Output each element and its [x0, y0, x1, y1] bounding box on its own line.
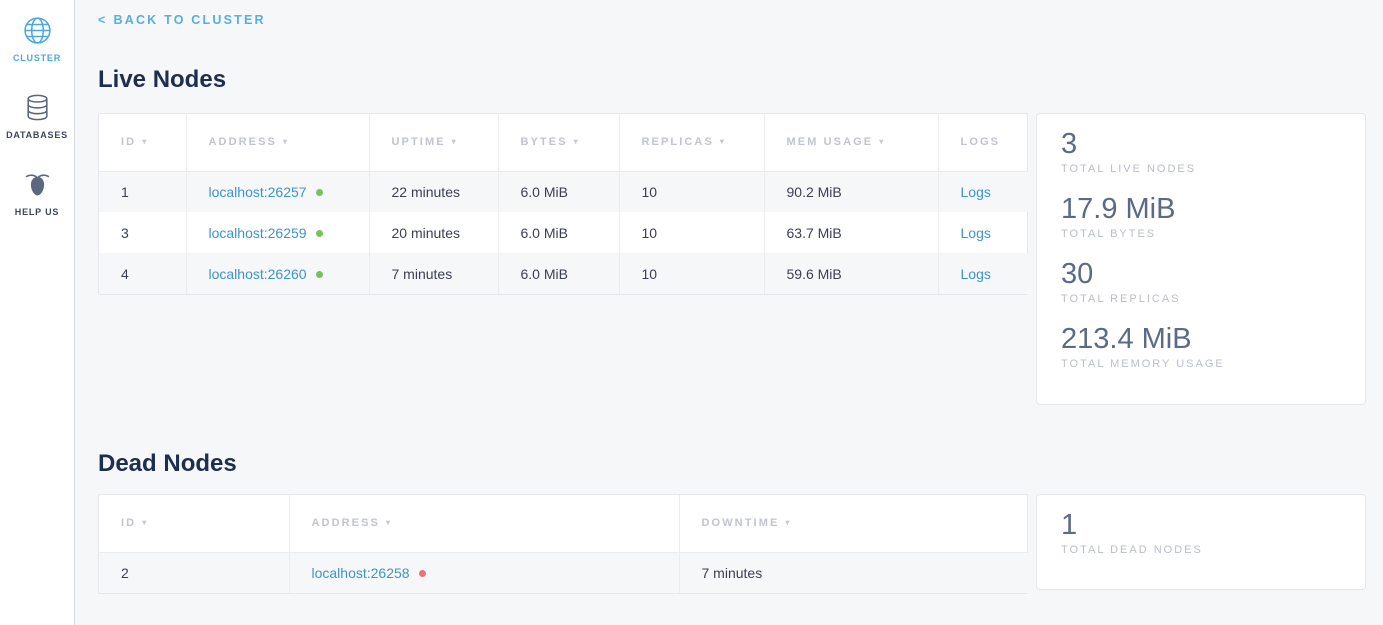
column-header-address[interactable]: ADDRESS▾ — [186, 114, 369, 171]
dead-nodes-section: ID▾ ADDRESS▾ DOWNTIME▾ 2 localhost:26258… — [98, 494, 1366, 594]
live-status-dot — [316, 271, 323, 278]
node-id-cell: 4 — [99, 253, 186, 294]
node-address-link[interactable]: localhost:26259 — [209, 225, 307, 241]
column-header-bytes[interactable]: BYTES▾ — [498, 114, 619, 171]
sort-arrow-icon: ▾ — [785, 518, 791, 527]
column-header-logs: LOGS — [938, 114, 1029, 171]
bytes-cell: 6.0 MiB — [498, 171, 619, 212]
node-address-cell: localhost:26260 — [186, 253, 369, 294]
node-address-cell: localhost:26257 — [186, 171, 369, 212]
live-status-dot — [316, 189, 323, 196]
column-header-downtime[interactable]: DOWNTIME▾ — [679, 495, 1029, 552]
replicas-cell: 10 — [619, 253, 764, 294]
sidebar-item-label: CLUSTER — [13, 53, 61, 63]
sidebar-item-databases[interactable]: DATABASES — [0, 92, 74, 140]
uptime-cell: 7 minutes — [369, 253, 498, 294]
bytes-cell: 6.0 MiB — [498, 253, 619, 294]
table-row: 1 localhost:26257 22 minutes 6.0 MiB 10 … — [99, 171, 1029, 212]
stat-label: TOTAL BYTES — [1061, 228, 1341, 240]
back-arrow-icon: < — [98, 13, 108, 27]
back-link-label: BACK TO CLUSTER — [114, 13, 266, 27]
stat-label: TOTAL DEAD NODES — [1061, 544, 1341, 556]
dead-status-dot — [419, 570, 426, 577]
replicas-cell: 10 — [619, 212, 764, 253]
logs-cell: Logs — [938, 171, 1029, 212]
live-nodes-section: ID▾ ADDRESS▾ UPTIME▾ BYTES▾ REPLICAS▾ ME… — [98, 113, 1366, 405]
live-nodes-summary: 3 TOTAL LIVE NODES 17.9 MiB TOTAL BYTES … — [1036, 113, 1366, 405]
summary-stat: 17.9 MiB TOTAL BYTES — [1061, 192, 1341, 240]
column-header-mem-usage[interactable]: MEM USAGE▾ — [764, 114, 938, 171]
downtime-cell: 7 minutes — [679, 552, 1029, 593]
node-address-cell: localhost:26259 — [186, 212, 369, 253]
column-header-address[interactable]: ADDRESS▾ — [289, 495, 679, 552]
column-header-id[interactable]: ID▾ — [99, 495, 289, 552]
table-row: 3 localhost:26259 20 minutes 6.0 MiB 10 … — [99, 212, 1029, 253]
dead-nodes-table: ID▾ ADDRESS▾ DOWNTIME▾ 2 localhost:26258… — [98, 494, 1028, 594]
summary-stat: 3 TOTAL LIVE NODES — [1061, 127, 1341, 175]
live-status-dot — [316, 230, 323, 237]
logs-cell: Logs — [938, 212, 1029, 253]
node-id-cell: 1 — [99, 171, 186, 212]
table-header-row: ID▾ ADDRESS▾ DOWNTIME▾ — [99, 495, 1029, 552]
stat-value: 30 — [1061, 257, 1341, 291]
bug-icon — [22, 169, 53, 200]
sidebar: CLUSTER DATABASES HELP US — [0, 0, 75, 625]
mem-usage-cell: 90.2 MiB — [764, 171, 938, 212]
node-id-cell: 2 — [99, 552, 289, 593]
node-address-cell: localhost:26258 — [289, 552, 679, 593]
sidebar-item-label: DATABASES — [6, 130, 68, 140]
sort-arrow-icon: ▾ — [283, 137, 289, 146]
sort-arrow-icon: ▾ — [879, 137, 885, 146]
sort-arrow-icon: ▾ — [142, 137, 148, 146]
node-address-link[interactable]: localhost:26260 — [209, 266, 307, 282]
back-to-cluster-link[interactable]: < BACK TO CLUSTER — [98, 13, 266, 27]
dead-nodes-summary: 1 TOTAL DEAD NODES — [1036, 494, 1366, 590]
node-address-link[interactable]: localhost:26257 — [209, 184, 307, 200]
node-id-cell: 3 — [99, 212, 186, 253]
sort-arrow-icon: ▾ — [574, 137, 580, 146]
logs-link[interactable]: Logs — [961, 266, 991, 282]
stat-value: 1 — [1061, 508, 1341, 542]
database-icon — [22, 92, 53, 123]
summary-stat: 1 TOTAL DEAD NODES — [1061, 508, 1341, 556]
stat-value: 213.4 MiB — [1061, 322, 1341, 356]
sort-arrow-icon: ▾ — [142, 518, 148, 527]
sidebar-item-label: HELP US — [15, 207, 59, 217]
column-header-id[interactable]: ID▾ — [99, 114, 186, 171]
live-nodes-table: ID▾ ADDRESS▾ UPTIME▾ BYTES▾ REPLICAS▾ ME… — [98, 113, 1028, 295]
replicas-cell: 10 — [619, 171, 764, 212]
table-row: 2 localhost:26258 7 minutes — [99, 552, 1029, 593]
uptime-cell: 20 minutes — [369, 212, 498, 253]
sort-arrow-icon: ▾ — [720, 137, 726, 146]
stat-label: TOTAL MEMORY USAGE — [1061, 358, 1341, 370]
stat-label: TOTAL REPLICAS — [1061, 293, 1341, 305]
globe-icon — [22, 15, 53, 46]
mem-usage-cell: 63.7 MiB — [764, 212, 938, 253]
column-header-uptime[interactable]: UPTIME▾ — [369, 114, 498, 171]
dead-nodes-title: Dead Nodes — [98, 450, 1366, 478]
table-row: 4 localhost:26260 7 minutes 6.0 MiB 10 5… — [99, 253, 1029, 294]
sort-arrow-icon: ▾ — [452, 137, 458, 146]
mem-usage-cell: 59.6 MiB — [764, 253, 938, 294]
summary-stat: 213.4 MiB TOTAL MEMORY USAGE — [1061, 322, 1341, 370]
sidebar-item-cluster[interactable]: CLUSTER — [0, 15, 74, 63]
sidebar-item-help-us[interactable]: HELP US — [0, 169, 74, 217]
stat-value: 3 — [1061, 127, 1341, 161]
logs-link[interactable]: Logs — [961, 184, 991, 200]
summary-stat: 30 TOTAL REPLICAS — [1061, 257, 1341, 305]
sort-arrow-icon: ▾ — [386, 518, 392, 527]
stat-value: 17.9 MiB — [1061, 192, 1341, 226]
app-root: CLUSTER DATABASES HELP US < BACK TO CLUST… — [0, 0, 1383, 625]
column-header-replicas[interactable]: REPLICAS▾ — [619, 114, 764, 171]
bytes-cell: 6.0 MiB — [498, 212, 619, 253]
table-header-row: ID▾ ADDRESS▾ UPTIME▾ BYTES▾ REPLICAS▾ ME… — [99, 114, 1029, 171]
main-content: < BACK TO CLUSTER Live Nodes ID▾ ADDRESS▾… — [75, 0, 1383, 625]
logs-link[interactable]: Logs — [961, 225, 991, 241]
stat-label: TOTAL LIVE NODES — [1061, 163, 1341, 175]
logs-cell: Logs — [938, 253, 1029, 294]
live-nodes-title: Live Nodes — [98, 66, 1366, 94]
node-address-link[interactable]: localhost:26258 — [312, 565, 410, 581]
uptime-cell: 22 minutes — [369, 171, 498, 212]
